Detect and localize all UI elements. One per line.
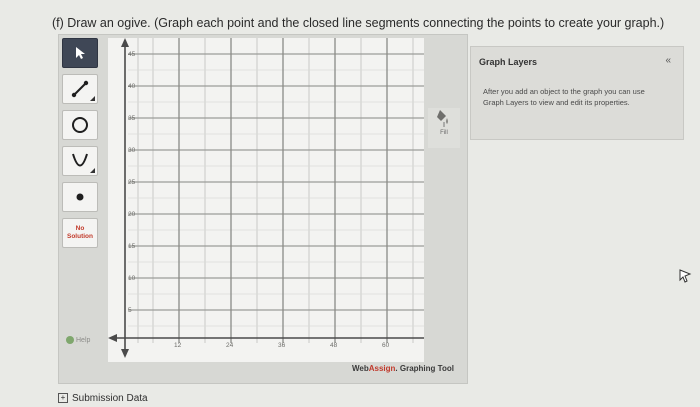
x-tick-label: 12: [174, 342, 182, 349]
graph-canvas[interactable]: 45 40 35 30 25 20 15 10 5 12 24 36 48 60: [108, 38, 424, 362]
fill-tool-button[interactable]: Fill: [428, 108, 460, 148]
point-icon: [76, 193, 84, 201]
tool-options-corner-icon: [90, 168, 95, 173]
y-tick-label: 35: [128, 115, 136, 122]
no-solution-label-line2: Solution: [67, 233, 93, 240]
graph-layers-title: Graph Layers: [479, 57, 538, 67]
logo-tool-text: . Graphing Tool: [395, 364, 454, 373]
y-tick-label: 30: [128, 147, 136, 154]
line-segment-icon: [71, 80, 89, 98]
no-solution-button[interactable]: No Solution: [62, 218, 98, 248]
y-tick-label: 5: [128, 307, 132, 314]
parabola-tool-button[interactable]: [62, 146, 98, 176]
circle-tool-button[interactable]: [62, 110, 98, 140]
y-tick-label: 45: [128, 51, 136, 58]
point-tool-button[interactable]: [62, 182, 98, 212]
fill-label: Fill: [440, 130, 448, 136]
tool-options-corner-icon: [90, 96, 95, 101]
x-tick-label: 24: [226, 342, 234, 349]
collapse-panel-button[interactable]: «: [665, 55, 671, 66]
webassign-logo: WebAssign. Graphing Tool: [352, 364, 454, 373]
line-segment-tool-button[interactable]: [62, 74, 98, 104]
logo-web-text: Web: [352, 364, 369, 373]
x-tick-label: 60: [382, 342, 390, 349]
y-axis-down-arrow-icon: [121, 349, 129, 358]
logo-assign-text: Assign: [368, 364, 396, 373]
help-link[interactable]: Help: [66, 336, 90, 344]
y-axis-up-arrow-icon: [121, 38, 129, 47]
pointer-icon: [76, 47, 85, 59]
y-tick-label: 25: [128, 179, 136, 186]
graph-grid: 45 40 35 30 25 20 15 10 5 12 24 36 48 60: [108, 38, 424, 358]
y-tick-label: 10: [128, 275, 136, 282]
expand-plus-icon: +: [58, 393, 68, 404]
y-tick-label: 40: [128, 83, 136, 90]
no-solution-label-line1: No: [75, 225, 85, 232]
mouse-cursor-icon: [679, 269, 692, 283]
circle-icon: [72, 117, 88, 133]
x-tick-label: 36: [278, 342, 286, 349]
graph-layers-panel: Graph Layers « After you add an object t…: [470, 46, 684, 140]
parabola-icon: [72, 153, 88, 167]
help-icon: [66, 336, 74, 344]
x-tick-label: 48: [330, 342, 338, 349]
y-tick-label: 15: [128, 243, 136, 250]
x-axis-left-arrow-icon: [108, 334, 117, 342]
graph-layers-info: After you add an object to the graph you…: [483, 87, 645, 107]
graph-toolbar: No Solution: [62, 38, 102, 254]
y-tick-label: 20: [128, 211, 136, 218]
help-label: Help: [76, 336, 91, 344]
submission-data-label: Submission Data: [72, 393, 148, 404]
submission-data-toggle[interactable]: + Submission Data: [58, 393, 148, 404]
paint-bucket-icon: [437, 110, 448, 127]
pointer-tool-button[interactable]: [62, 38, 98, 68]
question-text: (f) Draw an ogive. (Graph each point and…: [52, 16, 665, 30]
